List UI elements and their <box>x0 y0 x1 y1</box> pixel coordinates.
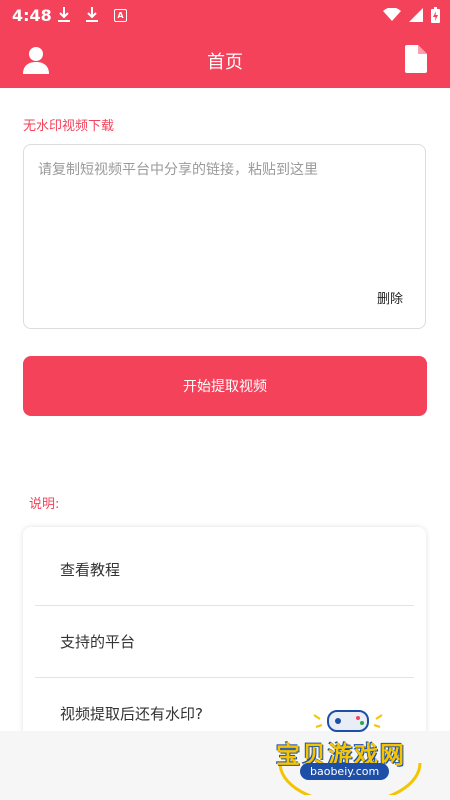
wifi-icon <box>383 8 401 21</box>
link-input[interactable] <box>36 157 410 261</box>
battery-icon <box>431 7 440 23</box>
document-icon[interactable] <box>405 45 427 73</box>
page-title: 首页 <box>207 52 243 73</box>
status-indicators <box>383 7 440 23</box>
app-badge-icon: A <box>114 9 127 22</box>
download-icon <box>58 7 70 22</box>
explain-item-tutorial[interactable]: 查看教程 <box>35 534 414 606</box>
status-bar: 4:48 A <box>0 0 450 32</box>
download-icon <box>86 7 98 22</box>
watermark-url: baobeiy.com <box>300 763 390 780</box>
status-time: 4:48 <box>12 6 52 25</box>
download-section-title: 无水印视频下载 <box>23 119 115 134</box>
explain-section-title: 说明: <box>29 497 60 512</box>
explain-item-label: 查看教程 <box>60 561 121 579</box>
explain-item-label: 支持的平台 <box>60 633 136 651</box>
start-extract-button[interactable]: 开始提取视频 <box>23 356 427 416</box>
link-input-box: 删除 <box>23 144 426 329</box>
explain-item-platforms[interactable]: 支持的平台 <box>35 606 414 678</box>
app-bar: 首页 <box>0 32 450 88</box>
site-watermark: 宝贝游戏网 baobeiy.com <box>270 703 430 795</box>
explain-item-label: 视频提取后还有水印? <box>60 705 203 723</box>
delete-button[interactable]: 删除 <box>377 288 403 307</box>
signal-icon <box>409 8 423 22</box>
